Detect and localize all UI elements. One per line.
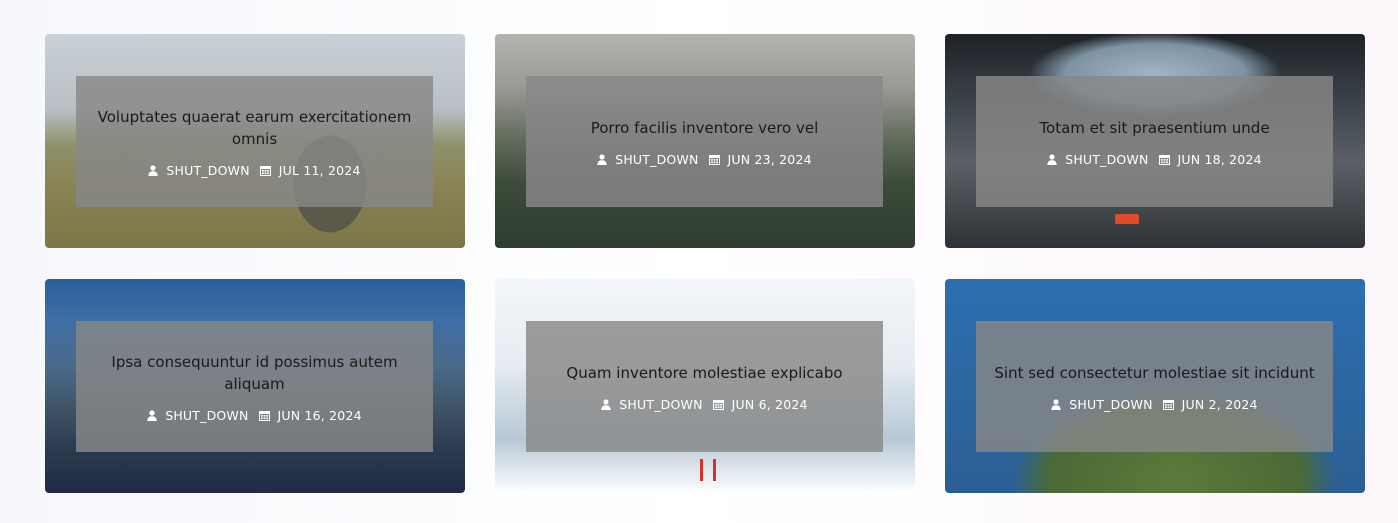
post-date: JUN 2, 2024 [1181, 396, 1258, 412]
calendar-icon [1162, 399, 1174, 410]
user-icon [147, 409, 157, 421]
post-author[interactable]: SHUT_DOWN [1069, 397, 1152, 412]
post-title[interactable]: Sint sed consectetur molestiae sit incid… [994, 362, 1314, 384]
post-title[interactable]: Ipsa consequuntur id possimus autem aliq… [94, 351, 415, 395]
seagull-legs [700, 459, 716, 481]
calendar-icon [259, 165, 271, 176]
post-title[interactable]: Totam et sit praesentium unde [1039, 117, 1269, 139]
user-icon [601, 398, 611, 410]
post-card[interactable]: Porro facilis inventore vero vel SHUT_DO… [495, 34, 915, 248]
post-overlay: Ipsa consequuntur id possimus autem aliq… [76, 321, 433, 452]
post-meta: SHUT_DOWN JUN 2, 2024 [1051, 396, 1258, 412]
user-icon [1047, 153, 1057, 165]
post-overlay: Voluptates quaerat earum exercitationem … [76, 76, 433, 207]
calendar-icon [1158, 154, 1170, 165]
post-meta: SHUT_DOWN JUN 6, 2024 [601, 396, 808, 412]
post-card[interactable]: Totam et sit praesentium unde SHUT_DOWN … [945, 34, 1365, 248]
post-author[interactable]: SHUT_DOWN [165, 408, 248, 423]
post-date: JUL 11, 2024 [278, 162, 361, 178]
post-author[interactable]: SHUT_DOWN [1065, 152, 1148, 167]
post-card[interactable]: Ipsa consequuntur id possimus autem aliq… [45, 279, 465, 493]
post-author[interactable]: SHUT_DOWN [615, 152, 698, 167]
post-title[interactable]: Quam inventore molestiae explicabo [566, 362, 842, 384]
post-meta: SHUT_DOWN JUN 16, 2024 [147, 408, 362, 423]
calendar-icon [258, 410, 270, 421]
user-icon [148, 164, 159, 176]
post-card[interactable]: Quam inventore molestiae explicabo SHUT_… [495, 279, 915, 493]
post-author[interactable]: SHUT_DOWN [619, 397, 702, 412]
calendar-icon [712, 399, 724, 410]
post-author[interactable]: SHUT_DOWN [166, 163, 249, 178]
post-title[interactable]: Voluptates quaerat earum exercitationem … [94, 106, 415, 150]
post-card[interactable]: Sint sed consectetur molestiae sit incid… [945, 279, 1365, 493]
calendar-icon [708, 154, 720, 165]
post-title[interactable]: Porro facilis inventore vero vel [591, 117, 819, 139]
post-date: JUN 16, 2024 [277, 407, 362, 423]
post-overlay: Quam inventore molestiae explicabo SHUT_… [526, 321, 883, 452]
post-overlay: Porro facilis inventore vero vel SHUT_DO… [526, 76, 883, 207]
post-overlay: Totam et sit praesentium unde SHUT_DOWN … [976, 76, 1333, 207]
post-overlay: Sint sed consectetur molestiae sit incid… [976, 321, 1333, 452]
post-date: JUN 18, 2024 [1177, 151, 1262, 167]
post-date: JUN 23, 2024 [727, 151, 812, 167]
post-meta: SHUT_DOWN JUN 23, 2024 [597, 152, 812, 167]
post-card[interactable]: Voluptates quaerat earum exercitationem … [45, 34, 465, 248]
user-icon [1051, 398, 1061, 410]
user-icon [597, 153, 607, 165]
post-meta: SHUT_DOWN JUN 18, 2024 [1047, 152, 1262, 167]
tail-light [1115, 214, 1139, 224]
post-meta: SHUT_DOWN JUL 11, 2024 [148, 163, 360, 178]
post-date: JUN 6, 2024 [731, 396, 808, 412]
